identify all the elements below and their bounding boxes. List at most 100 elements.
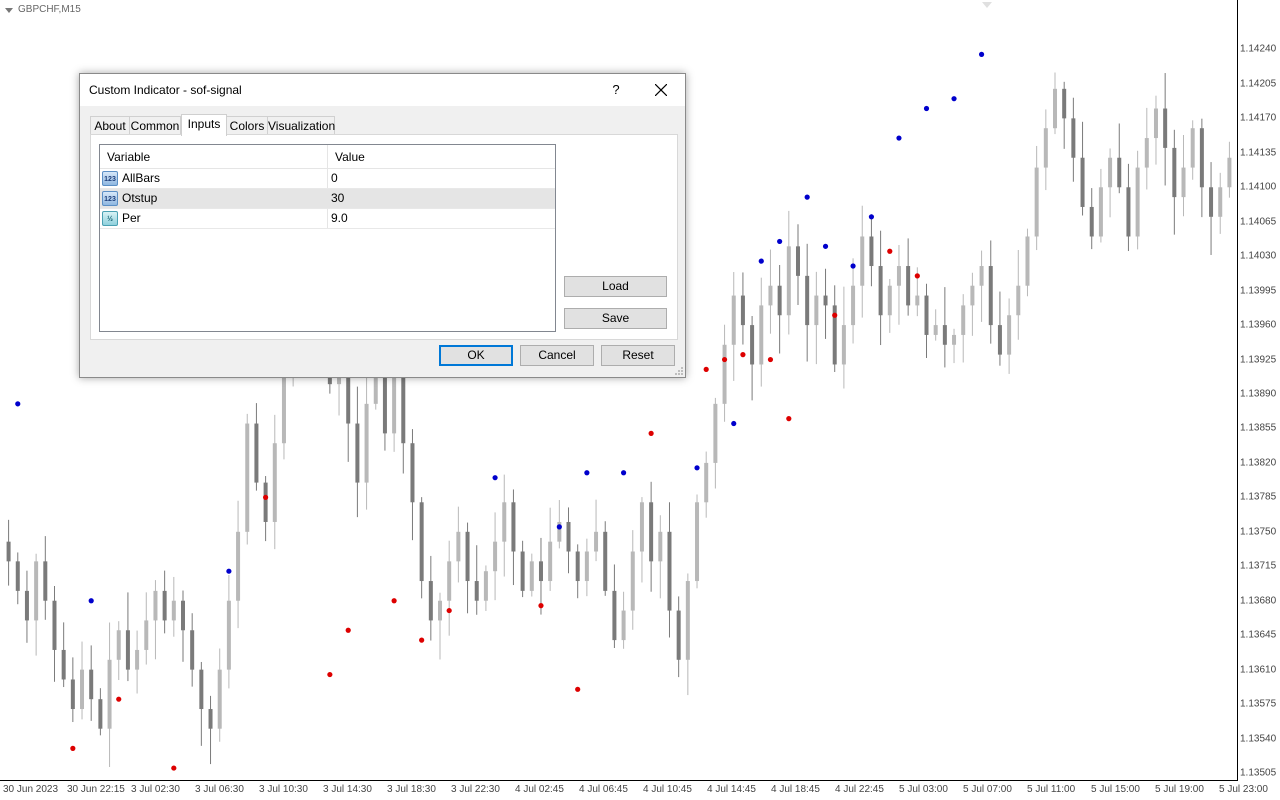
candle (438, 592, 443, 660)
integer-type-icon: 123 (102, 171, 118, 186)
tab-about[interactable]: About (90, 116, 130, 135)
price-label: 1.13855 (1240, 422, 1277, 434)
candle (199, 661, 204, 746)
candle (226, 575, 231, 689)
save-button[interactable]: Save (564, 308, 667, 329)
tab-common[interactable]: Common (129, 116, 181, 135)
sell-signal-dot (345, 627, 351, 633)
reset-button[interactable]: Reset (601, 345, 675, 366)
buy-signal-dot (822, 243, 829, 249)
candle (245, 413, 250, 545)
table-row[interactable]: 123 AllBars 0 (100, 169, 555, 189)
variable-value[interactable]: 0 (331, 169, 338, 188)
price-label: 1.13715 (1240, 560, 1277, 572)
buy-signal-dot (556, 524, 562, 530)
candle (557, 500, 562, 549)
candle (190, 613, 195, 687)
candle (823, 268, 828, 339)
price-label: 1.13925 (1240, 354, 1277, 366)
buy-signal-dot (492, 475, 498, 481)
price-label: 1.13890 (1240, 388, 1277, 400)
buy-signal-dot (777, 238, 783, 245)
candle (841, 286, 846, 389)
price-label: 1.13645 (1240, 629, 1277, 641)
candle (80, 641, 85, 720)
sell-signal-dot (116, 696, 122, 702)
chart-shift-marker-icon[interactable] (982, 2, 992, 8)
variable-value[interactable]: 9.0 (331, 209, 348, 228)
help-button[interactable]: ? (608, 80, 624, 100)
price-label: 1.14065 (1240, 216, 1277, 228)
candle (667, 502, 672, 638)
candle (584, 538, 589, 597)
table-row[interactable]: 123 Otstup 30 (100, 189, 555, 209)
candle (658, 515, 663, 599)
time-label: 4 Jul 10:45 (643, 784, 692, 795)
candle (731, 272, 736, 381)
candle (639, 497, 644, 583)
resize-grip-icon[interactable] (674, 366, 684, 376)
close-button[interactable] (646, 78, 676, 102)
price-label: 1.14170 (1240, 112, 1277, 124)
candle (704, 451, 709, 518)
candle (1053, 72, 1058, 135)
inputs-grid[interactable]: Variable Value 123 AllBars 0 123 Otstup … (99, 144, 556, 332)
buy-signal-dot (923, 105, 930, 112)
candle (208, 695, 213, 765)
table-row[interactable]: ½ Per 9.0 (100, 209, 555, 229)
time-label: 3 Jul 10:30 (259, 784, 308, 795)
candle (144, 592, 149, 665)
price-label: 1.13680 (1240, 595, 1277, 607)
candle (1025, 228, 1030, 297)
time-label: 3 Jul 18:30 (387, 784, 436, 795)
load-button[interactable]: Load (564, 276, 667, 297)
candle (740, 272, 745, 345)
buy-signal-dot (758, 258, 764, 264)
buy-signal-dot (584, 470, 590, 476)
candle (1126, 163, 1131, 252)
time-label: 5 Jul 11:00 (1027, 784, 1076, 795)
time-label: 5 Jul 23:00 (1219, 784, 1268, 795)
candle (474, 545, 479, 615)
candle (1043, 109, 1048, 191)
candle (1199, 118, 1204, 218)
candle (125, 592, 130, 682)
tab-visualization[interactable]: Visualization (267, 116, 335, 135)
variable-value[interactable]: 30 (331, 189, 344, 208)
candle (1209, 162, 1214, 255)
candle (236, 500, 241, 629)
dialog-titlebar[interactable]: Custom Indicator - sof-signal ? (80, 74, 685, 106)
candle (906, 238, 911, 316)
candle (933, 309, 938, 341)
candle (1135, 150, 1140, 250)
header-value[interactable]: Value (328, 145, 555, 168)
time-label: 4 Jul 02:45 (515, 784, 564, 795)
candle (1227, 141, 1232, 198)
price-label: 1.14135 (1240, 147, 1277, 159)
candle (419, 497, 424, 599)
candle (924, 283, 929, 359)
sell-signal-dot (786, 416, 792, 422)
candle (970, 272, 975, 336)
candle (217, 648, 222, 742)
candle (878, 230, 883, 346)
tab-inputs[interactable]: Inputs (181, 114, 227, 136)
candle (15, 552, 20, 605)
candle (1108, 148, 1113, 218)
sell-signal-dot (767, 356, 774, 363)
symbol-menu-arrow-icon[interactable] (5, 8, 13, 13)
cancel-button[interactable]: Cancel (520, 345, 594, 366)
tab-colors[interactable]: Colors (226, 116, 268, 135)
integer-type-icon: 123 (102, 191, 118, 206)
candle (1034, 145, 1039, 251)
buy-signal-dot (226, 568, 232, 574)
candle (254, 403, 259, 491)
candle (722, 324, 727, 422)
time-label: 4 Jul 18:45 (771, 784, 820, 795)
ok-button[interactable]: OK (439, 345, 513, 366)
candle (493, 512, 498, 601)
grid-header: Variable Value (100, 145, 555, 169)
candle (89, 645, 94, 721)
sell-signal-dot (887, 248, 893, 254)
header-variable[interactable]: Variable (100, 145, 327, 168)
